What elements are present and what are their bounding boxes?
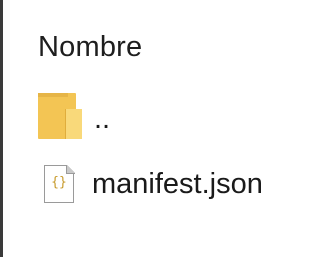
list-item-manifest-json[interactable]: {} manifest.json: [38, 162, 263, 206]
column-header-name[interactable]: Nombre: [38, 30, 142, 64]
folder-icon: [38, 93, 82, 139]
pane-left-border: [0, 0, 3, 257]
list-item-label: manifest.json: [92, 168, 263, 200]
json-file-icon: {}: [44, 164, 75, 203]
list-item-parent-folder[interactable]: ..: [38, 92, 110, 140]
list-item-label: ..: [94, 103, 111, 135]
